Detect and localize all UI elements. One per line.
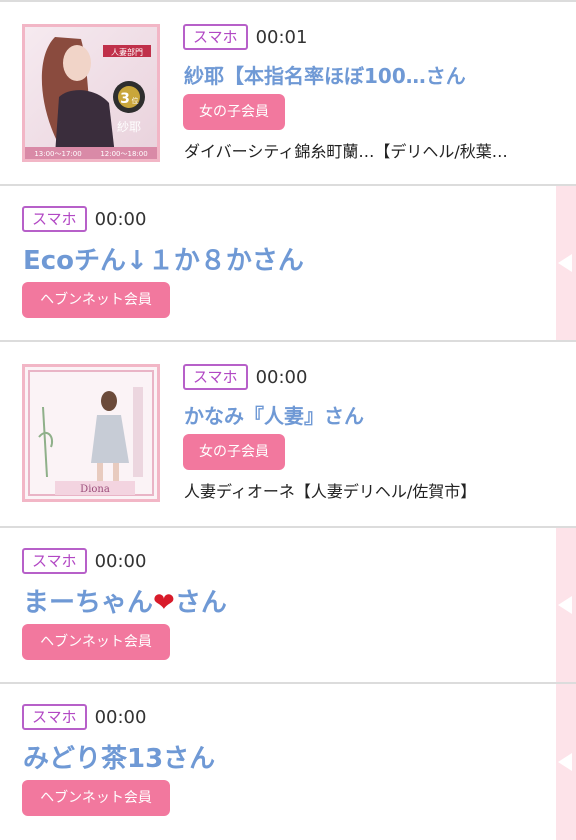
side-tab[interactable]	[556, 684, 576, 840]
user-name-text: まーちゃん	[23, 588, 154, 618]
timestamp: 00:01	[255, 26, 308, 48]
platform-badge: スマホ	[22, 548, 87, 574]
user-name[interactable]: まーちゃん❤さん	[23, 582, 227, 619]
platform-badge: スマホ	[22, 704, 87, 730]
thumb-hours-left: 13:00〜17:00	[34, 150, 81, 158]
user-name-suffix: さん	[174, 588, 227, 618]
profile-photo: 人妻部門 3 位 紗耶 13:00〜17:00 12:00〜18:00	[25, 27, 157, 159]
chevron-left-icon	[558, 254, 572, 272]
user-name[interactable]: Ecoチん↓１か８かさん	[23, 240, 304, 277]
timestamp: 00:00	[94, 208, 147, 230]
thumb-rank-suffix: 位	[132, 96, 139, 105]
entry-meta: スマホ 00:00	[183, 364, 307, 390]
list-item[interactable]: スマホ 00:00 みどり茶13さん ヘブンネット会員	[0, 684, 576, 840]
profile-photo: Diona	[25, 367, 157, 499]
member-type-badge: 女の子会員	[183, 434, 285, 470]
member-type-badge: ヘブンネット会員	[22, 282, 170, 318]
entry-meta: スマホ 00:00	[22, 206, 146, 232]
platform-badge: スマホ	[183, 364, 248, 390]
heart-icon: ❤	[153, 588, 175, 618]
thumb-logo-text: Diona	[80, 484, 110, 495]
profile-thumbnail[interactable]: 人妻部門 3 位 紗耶 13:00〜17:00 12:00〜18:00	[22, 24, 160, 162]
timestamp: 00:00	[255, 366, 308, 388]
entry-meta: スマホ 00:00	[22, 704, 146, 730]
side-tab[interactable]	[556, 186, 576, 340]
chevron-left-icon	[558, 596, 572, 614]
user-name[interactable]: 紗耶【本指名率ほぼ100…さん	[184, 60, 466, 89]
thumb-rank-number: 3	[120, 91, 130, 107]
chevron-left-icon	[558, 753, 572, 771]
timestamp: 00:00	[94, 706, 147, 728]
thumb-hours-right: 12:00〜18:00	[100, 150, 147, 158]
user-name[interactable]: みどり茶13さん	[23, 738, 215, 775]
side-tab[interactable]	[556, 528, 576, 682]
member-type-badge: 女の子会員	[183, 94, 285, 130]
message-list: 人妻部門 3 位 紗耶 13:00〜17:00 12:00〜18:00 スマホ …	[0, 0, 576, 840]
member-type-badge: ヘブンネット会員	[22, 780, 170, 816]
platform-badge: スマホ	[22, 206, 87, 232]
entry-meta: スマホ 00:01	[183, 24, 307, 50]
user-name[interactable]: かなみ『人妻』さん	[184, 400, 364, 429]
profile-thumbnail[interactable]: Diona	[22, 364, 160, 502]
thumb-rank-label: 人妻部門	[111, 47, 143, 57]
list-item[interactable]: Diona スマホ 00:00 かなみ『人妻』さん 女の子会員 人妻ディオーネ【…	[0, 342, 576, 528]
platform-badge: スマホ	[183, 24, 248, 50]
shop-name[interactable]: 人妻ディオーネ【人妻デリヘル/佐賀市】	[184, 478, 556, 502]
member-type-badge: ヘブンネット会員	[22, 624, 170, 660]
list-item[interactable]: 人妻部門 3 位 紗耶 13:00〜17:00 12:00〜18:00 スマホ …	[0, 0, 576, 186]
timestamp: 00:00	[94, 550, 147, 572]
entry-meta: スマホ 00:00	[22, 548, 146, 574]
list-item[interactable]: スマホ 00:00 Ecoチん↓１か８かさん ヘブンネット会員	[0, 186, 576, 342]
shop-name[interactable]: ダイバーシティ錦糸町蘭…【デリヘル/秋葉…	[184, 138, 556, 162]
thumb-caption: 紗耶	[117, 120, 141, 134]
list-item[interactable]: スマホ 00:00 まーちゃん❤さん ヘブンネット会員	[0, 528, 576, 684]
